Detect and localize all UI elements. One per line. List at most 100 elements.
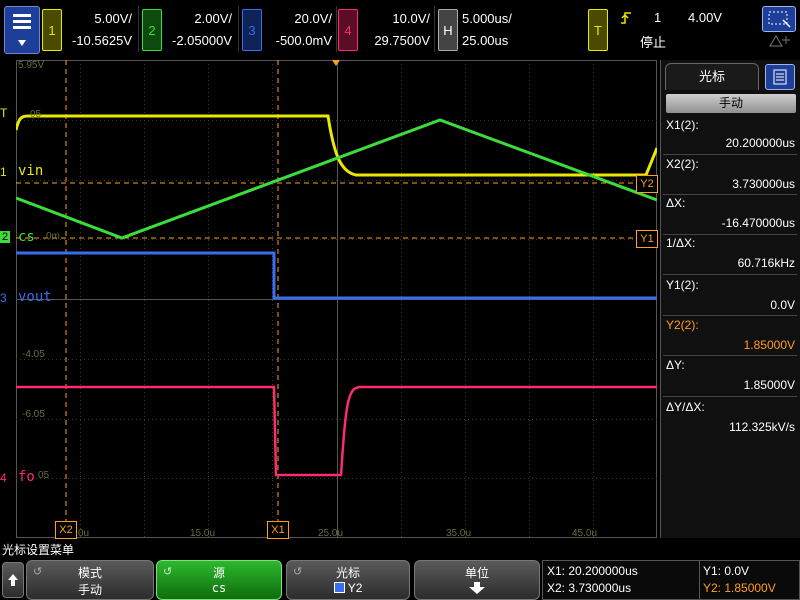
arrow-down-icon [469,582,485,594]
panel-menu-button[interactable] [765,64,795,90]
divider [138,6,139,52]
channel-4-settings[interactable]: 10.0V/ 29.7500V [358,8,430,52]
ch1-marker-label: 1 [0,165,7,179]
trigger-button[interactable]: T [588,9,608,51]
channel-1-button[interactable]: 1 [42,9,62,51]
channel-2-ground-marker: 2 [0,231,11,243]
divider [663,315,797,316]
cursor-tab[interactable]: 光标 [665,63,759,90]
delta-x-label: ΔX: [666,196,686,210]
channel-2-button[interactable]: 2 [142,9,162,51]
cs-label: cs [18,229,35,245]
top-value-label: 5.95V [18,60,45,71]
touch-gesture-icon [769,35,790,47]
top-status-bar: 1 5.00V/ -10.5625V 2 2.00V/ -2.05000V 3 … [0,0,800,58]
channel-3-button[interactable]: 3 [242,9,262,51]
trigger-marker-label: T [0,106,8,120]
dy-dx-value: 112.325kV/s [729,420,795,434]
touch-button[interactable] [762,32,794,52]
channel-4-offset: 29.7500V [374,33,430,48]
cursor-x1-marker[interactable]: X1 [267,521,289,539]
horizontal-settings[interactable]: 5.000us/ 25.00us [462,8,522,52]
horizontal-label: H [443,22,453,38]
cursor-tab-label: 光标 [698,69,725,84]
readout-x1: X1: 20.200000us [547,564,638,578]
trigger-label: T [594,22,602,38]
cursor-x2-marker[interactable]: X2 [55,521,77,539]
y1-label: Y1(2): [666,278,699,292]
rising-edge-icon [621,12,631,24]
cursor-y1-marker[interactable]: Y1 [636,230,658,248]
horizontal-scale: 5.000us/ [462,11,512,26]
main-menu-button[interactable] [4,6,40,54]
cursor-y1-label: Y1 [640,233,654,245]
softkey-units-submenu [415,581,539,598]
ch4-marker-label: 4 [0,471,7,485]
channel-3-offset: -500.0mV [275,33,332,48]
grid-value-2: 0m [46,231,60,242]
time-label-3: 35.0u [446,528,472,539]
channel-1-ground-marker: 1 [0,165,7,179]
waveform-display[interactable] [14,60,659,538]
readout-y1: Y1: 0.0V [703,564,750,578]
cursor-readout: X1: 20.200000us X2: 3.730000us Y1: 0.0V … [542,560,800,600]
cursor-panel: 光标 手动 X1(2): 20.200000us X2(2): 3.730000… [660,60,800,538]
trigger-level-marker: T [0,106,7,120]
vout-label: vout [18,289,52,305]
divider [238,6,239,52]
divider [663,274,797,275]
softkey-mode-label: 模式 [77,566,102,580]
checkbox-icon [333,582,345,593]
y2-value: 1.85000V [743,338,795,352]
divider [434,6,435,52]
softkey-units-label: 单位 [464,566,489,580]
softkey-cursors-label: 光标 [335,566,360,580]
arrow-up-icon [8,574,18,586]
back-button[interactable] [2,562,24,598]
channel-1-settings[interactable]: 5.00V/ -10.5625V [62,8,132,52]
softkey-units[interactable]: 单位 [414,560,540,600]
channel-1-offset: -10.5625V [72,33,132,48]
delta-x-value: -16.470000us [721,216,795,230]
divider [699,561,700,599]
grid-value-1: 05 [30,109,42,120]
softkey-mode[interactable]: ↺ 模式 手动 [26,560,154,600]
horizontal-button[interactable]: H [438,9,458,51]
readout-x2: X2: 3.730000us [547,581,632,595]
grid-value-4: -6.05 [22,409,45,420]
cursor-mode-button[interactable]: 手动 [666,94,796,113]
softkey-cursors[interactable]: ↺ 光标 Y2 [286,560,410,600]
x1-value: 20.200000us [725,136,795,150]
inverse-delta-x-label: 1/ΔX: [666,236,696,250]
fo-label: fo [18,469,35,485]
cursor-y2-marker[interactable]: Y2 [636,175,658,193]
delta-y-label: ΔY: [666,358,685,372]
chevron-down-icon [18,40,26,46]
x2-label: X2(2): [666,157,699,171]
softkey-cursors-value-row: Y2 [287,581,409,595]
ch2-marker-label: 2 [2,231,9,243]
divider [663,194,797,195]
inverse-delta-x-value: 60.716kHz [737,256,795,270]
channel-3-scale: 20.0V/ [294,11,332,26]
softkey-source[interactable]: ↺ 源 cs [156,560,282,600]
channel-4-button[interactable]: 4 [338,9,358,51]
channel-3-number: 3 [248,22,256,38]
time-label-2: 25.0u [318,528,344,539]
ch3-marker-label: 3 [0,291,7,305]
channel-2-offset: -2.05000V [172,33,232,48]
trigger-source: 1 [654,10,662,25]
channel-2-settings[interactable]: 2.00V/ -2.05000V [162,8,232,52]
channel-1-scale: 5.00V/ [94,11,132,26]
divider [663,154,797,155]
softkey-mode-value: 手动 [77,583,102,597]
channel-3-settings[interactable]: 20.0V/ -500.0mV [262,8,332,52]
time-label-4: 45.0u [572,528,598,539]
softkey-cursors-value: Y2 [347,581,363,595]
zoom-box-button[interactable] [762,6,796,32]
channel-4-number: 4 [344,22,352,38]
divider [336,6,337,52]
cursor-y2-label: Y2 [640,178,654,190]
divider [663,355,797,356]
dy-dx-label: ΔY/ΔX: [666,400,705,414]
